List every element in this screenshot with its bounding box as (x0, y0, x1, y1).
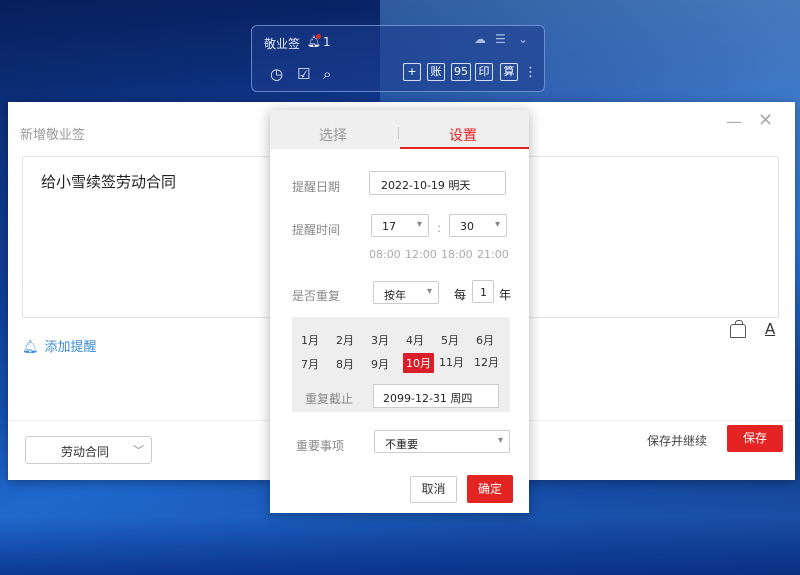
reminder-date-label: 提醒日期 (292, 180, 341, 194)
hour-value: 17 (382, 220, 396, 233)
minimize-icon[interactable]: — (726, 112, 742, 131)
clock-icon[interactable]: ◷ (270, 65, 283, 83)
calculator-button[interactable]: 算 (500, 63, 518, 81)
hour-select[interactable]: 17 ▾ (371, 214, 429, 237)
reminder-settings-popup: 选择 设置 提醒日期 2022-10-19 明天 提醒时间 17 ▾ : 30 … (270, 110, 529, 513)
month-11[interactable]: 11月 (439, 354, 464, 370)
more-icon[interactable]: ⋮ (524, 65, 537, 80)
category-value: 劳动合同 (61, 445, 110, 459)
every-label: 每 (454, 288, 467, 302)
quick-time-1800[interactable]: 18:00 (441, 248, 473, 261)
bell-outline-icon: 🔔︎ (22, 340, 39, 355)
add-reminder-label: 添加提醒 (44, 340, 97, 355)
month-2[interactable]: 2月 (336, 332, 354, 348)
minute-select[interactable]: 30 ▾ (449, 214, 507, 237)
tab-select[interactable]: 选择 (319, 125, 347, 145)
dialog-title: 新增敬业签 (20, 128, 86, 143)
repeat-end-value: 2099-12-31 周四 (383, 392, 473, 405)
time-separator: : (437, 221, 442, 235)
close-icon[interactable]: ✕ (758, 110, 773, 131)
active-tab-underline (400, 147, 529, 149)
cloud-sync-icon[interactable]: ☁ (474, 32, 486, 46)
importance-value: 不重要 (385, 438, 418, 451)
month-9[interactable]: 9月 (371, 356, 389, 372)
month-4[interactable]: 4月 (406, 332, 424, 348)
tab-settings[interactable]: 设置 (449, 125, 477, 145)
repeat-end-label: 重复截止 (305, 392, 354, 406)
repeat-mode-value: 按年 (384, 289, 406, 302)
dropdown-arrow-icon: ▾ (497, 435, 503, 446)
reminder-date-value: 2022-10-19 明天 (381, 179, 471, 192)
repeat-interval-input[interactable]: 1 (472, 280, 494, 303)
save-and-continue-button[interactable]: 保存并继续 (647, 432, 707, 449)
menu-icon[interactable]: ☰ (495, 32, 506, 46)
confirm-button[interactable]: 确定 (467, 475, 513, 503)
account-button[interactable]: 账 (427, 63, 445, 81)
notification-count: 1 (323, 35, 331, 49)
month-picker: 1月 2月 3月 4月 5月 6月 7月 8月 9月 10月 11月 12月 重… (292, 317, 510, 412)
stamp-icon[interactable] (730, 320, 746, 338)
repeat-mode-select[interactable]: 按年 ▾ (373, 281, 439, 304)
quick-time-1200[interactable]: 12:00 (405, 248, 437, 261)
dropdown-arrow-icon: ▾ (416, 219, 422, 230)
importance-select[interactable]: 不重要 ▾ (374, 430, 510, 453)
repeat-interval-value: 1 (480, 286, 487, 299)
quick-time-2100[interactable]: 21:00 (477, 248, 509, 261)
dropdown-arrow-icon: ▾ (494, 219, 500, 230)
n95-button[interactable]: 95 (451, 63, 471, 81)
dropdown-arrow-icon: ▾ (426, 286, 432, 297)
cancel-button[interactable]: 取消 (410, 476, 457, 503)
month-3[interactable]: 3月 (371, 332, 389, 348)
tab-divider (398, 127, 399, 139)
repeat-label: 是否重复 (292, 289, 341, 303)
note-content[interactable]: 给小雪续签劳动合同 (41, 171, 176, 192)
reminder-date-input[interactable]: 2022-10-19 明天 (369, 171, 506, 195)
text-format-icon[interactable]: A (765, 320, 775, 338)
mini-widget: 敬业签 🔔︎ 1 ☁ ☰ ⌄ ◷ ☑ ⌕ + 账 95 印 算 ⋮ (251, 25, 545, 92)
month-12[interactable]: 12月 (474, 354, 499, 370)
save-button[interactable]: 保存 (727, 425, 783, 452)
add-note-button[interactable]: + (403, 63, 421, 81)
month-6[interactable]: 6月 (476, 332, 494, 348)
minute-value: 30 (460, 220, 474, 233)
repeat-end-input[interactable]: 2099-12-31 周四 (373, 384, 499, 408)
repeat-unit-label: 年 (499, 288, 512, 302)
reminder-time-label: 提醒时间 (292, 223, 341, 237)
month-8[interactable]: 8月 (336, 356, 354, 372)
widget-title: 敬业签 (264, 37, 301, 51)
quick-time-0800[interactable]: 08:00 (369, 248, 401, 261)
importance-label: 重要事项 (296, 439, 345, 453)
notification-dot (316, 34, 321, 39)
month-7[interactable]: 7月 (301, 356, 319, 372)
collapse-icon[interactable]: ⌄ (518, 32, 528, 46)
chevron-down-icon: ﹀ (133, 444, 144, 457)
calendar-check-icon[interactable]: ☑ (297, 65, 310, 83)
popup-tabs: 选择 设置 (270, 110, 529, 149)
month-1[interactable]: 1月 (301, 332, 319, 348)
print-button[interactable]: 印 (475, 63, 493, 81)
month-10-selected[interactable]: 10月 (403, 353, 434, 373)
month-5[interactable]: 5月 (441, 332, 459, 348)
search-icon[interactable]: ⌕ (323, 65, 331, 83)
add-reminder-link[interactable]: 🔔︎ 添加提醒 (22, 336, 97, 355)
category-select[interactable]: 劳动合同 ﹀ (25, 436, 152, 464)
